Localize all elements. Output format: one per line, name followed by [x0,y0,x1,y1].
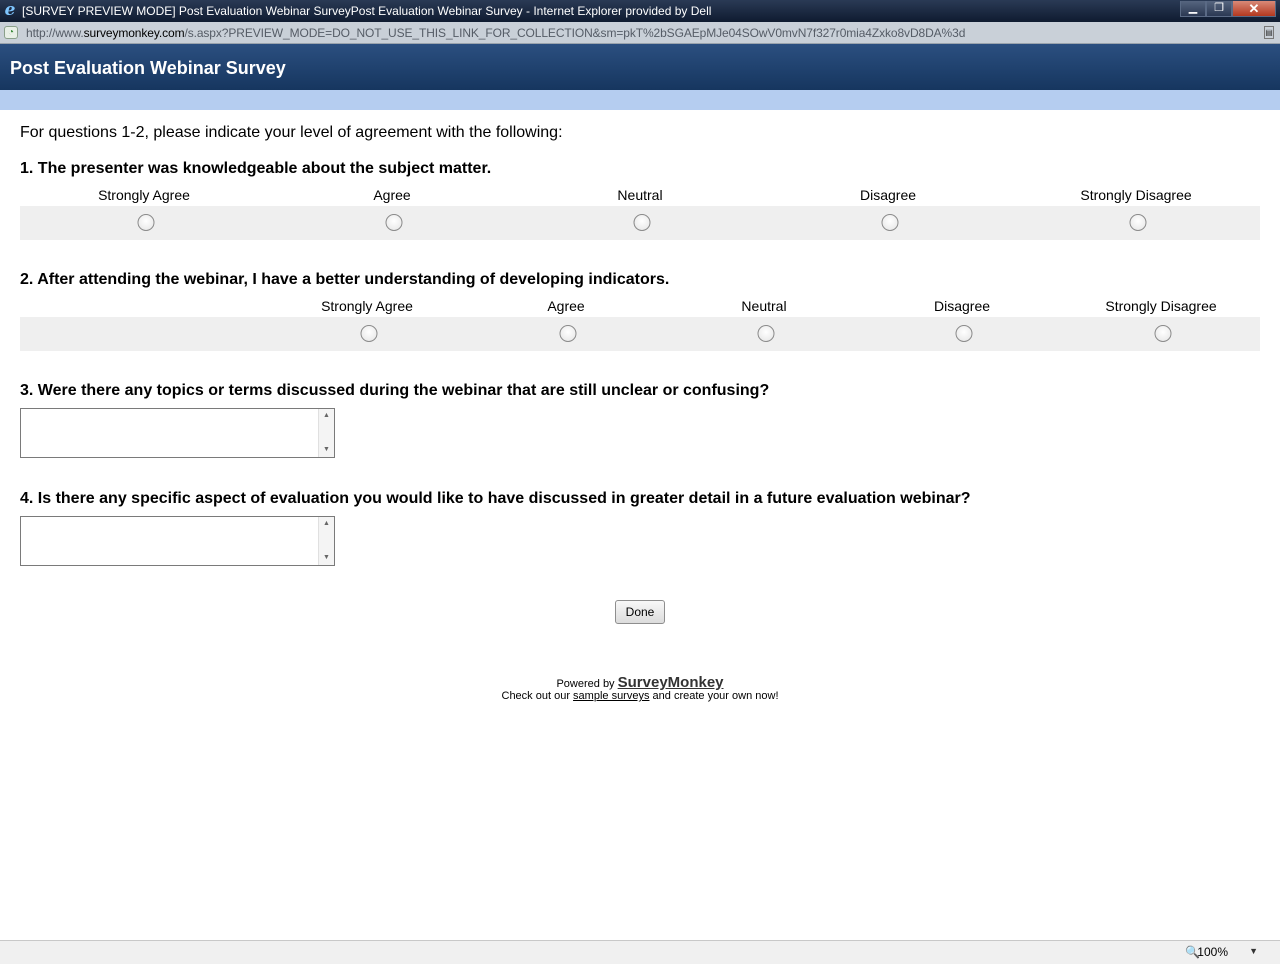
q1-label-strongly-disagree: Strongly Disagree [1080,187,1192,203]
scroll-up-icon[interactable]: ▲ [319,410,334,422]
checkout-post-text: and create your own now! [652,690,779,702]
done-button[interactable]: Done [615,600,665,624]
powered-by-line: Powered by SurveyMonkey [0,674,1280,691]
scroll-down-icon[interactable]: ▼ [319,552,334,564]
question-3-title: 3. Were there any topics or terms discus… [20,382,770,399]
address-bar[interactable]: ◔ http://www.surveymonkey.com/s.aspx?PRE… [0,22,1280,44]
question-4-title: 4. Is there any specific aspect of evalu… [20,490,971,507]
q1-radio-strongly-agree[interactable] [137,214,155,231]
checkout-pre-text: Check out our [501,690,570,702]
page-favicon-icon: ◔ [4,26,18,39]
page-icon[interactable]: ▤ [1264,26,1274,39]
q1-radio-agree[interactable] [385,214,403,231]
window-title: [SURVEY PREVIEW MODE] Post Evaluation We… [22,4,712,18]
minimize-button[interactable]: ▁ [1180,1,1206,17]
q2-label-strongly-disagree: Strongly Disagree [1105,298,1217,314]
window-controls: ▁ ❐ ✕ [1180,1,1276,17]
q2-radio-strongly-agree[interactable] [360,325,378,342]
status-bar: 🔍 100% ▼ [0,940,1280,964]
question-4-answer-box: ▲ ▼ [20,516,335,566]
q2-radio-neutral[interactable] [757,325,775,342]
survey-header: Post Evaluation Webinar Survey [0,44,1280,90]
question-4-scrollbar[interactable]: ▲ ▼ [318,517,334,565]
surveymonkey-logo-link[interactable]: SurveyMonkey [618,674,724,691]
url-prefix: http://www. [26,26,84,40]
q1-label-agree: Agree [373,187,411,203]
question-1-title: 1. The presenter was knowledgeable about… [20,160,492,177]
checkout-line: Check out our sample surveys and create … [0,690,1280,702]
window-title-bar: e [SURVEY PREVIEW MODE] Post Evaluation … [0,0,1280,22]
internet-explorer-icon: e [4,0,16,20]
powered-by-text: Powered by [556,678,615,690]
question-4-answer[interactable] [21,517,317,565]
q1-label-strongly-agree: Strongly Agree [98,187,190,203]
q1-radio-strongly-disagree[interactable] [1129,214,1147,231]
sample-surveys-link[interactable]: sample surveys [573,690,649,702]
url-path: /s.aspx?PREVIEW_MODE=DO_NOT_USE_THIS_LIN… [184,26,966,40]
question-2-radio-row [20,317,1260,351]
q1-radio-neutral[interactable] [633,214,651,231]
q2-radio-disagree[interactable] [955,325,973,342]
q2-label-agree: Agree [547,298,585,314]
q2-radio-agree[interactable] [559,325,577,342]
q2-label-strongly-agree: Strongly Agree [321,298,413,314]
scroll-up-icon[interactable]: ▲ [319,518,334,530]
url-text[interactable]: http://www.surveymonkey.com/s.aspx?PREVI… [26,25,965,41]
close-button[interactable]: ✕ [1232,1,1276,17]
intro-text: For questions 1-2, please indicate your … [20,124,563,141]
question-3-answer-box: ▲ ▼ [20,408,335,458]
header-strip [0,90,1280,110]
url-host: surveymonkey.com [83,26,185,40]
restore-button[interactable]: ❐ [1206,1,1232,17]
q1-label-neutral: Neutral [617,187,663,203]
question-3-scrollbar[interactable]: ▲ ▼ [318,409,334,457]
q2-label-disagree: Disagree [933,298,991,314]
question-3-answer[interactable] [21,409,317,457]
zoom-level[interactable]: 100% [1197,945,1228,959]
q1-radio-disagree[interactable] [881,214,899,231]
q2-label-neutral: Neutral [741,298,787,314]
chevron-down-icon[interactable]: ▼ [1249,946,1258,956]
survey-title: Post Evaluation Webinar Survey [10,58,286,78]
question-2-title: 2. After attending the webinar, I have a… [20,271,670,288]
question-1-radio-row [20,206,1260,240]
q1-label-disagree: Disagree [859,187,917,203]
scroll-down-icon[interactable]: ▼ [319,444,334,456]
q2-radio-strongly-disagree[interactable] [1154,325,1172,342]
